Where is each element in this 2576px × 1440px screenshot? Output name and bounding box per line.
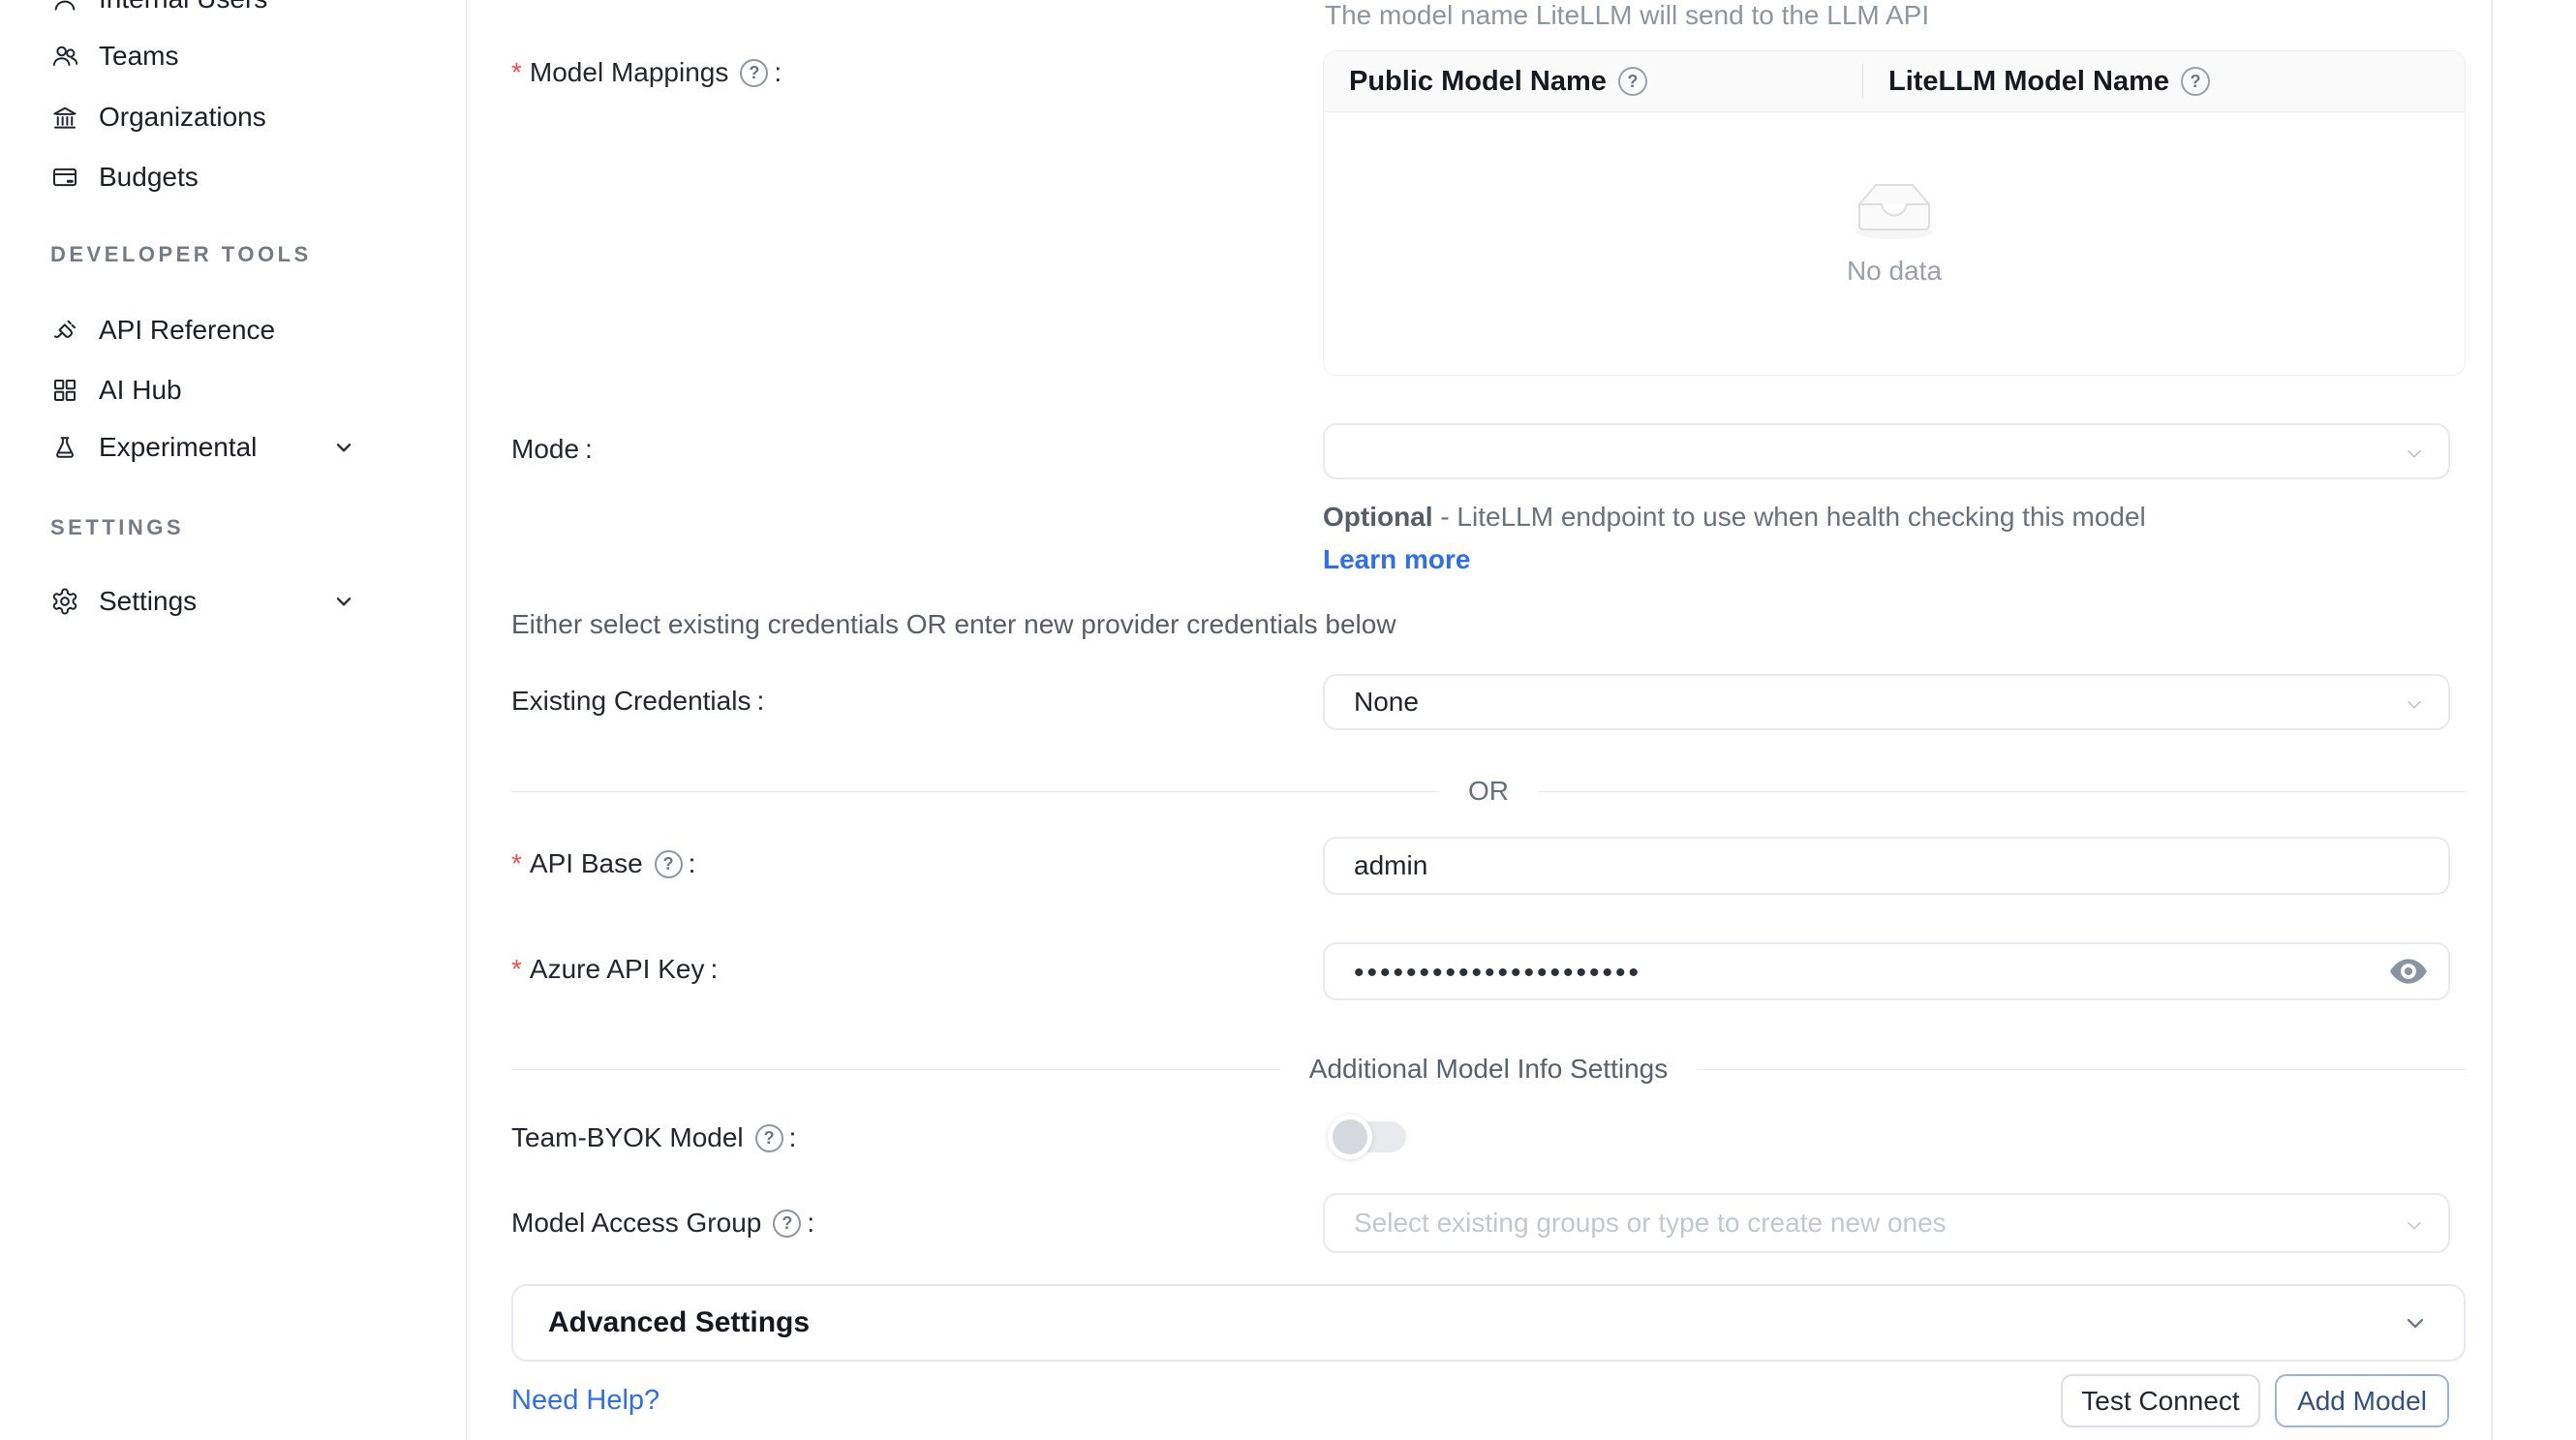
sidebar-section-settings: Settings	[50, 515, 184, 544]
add-model-page: Internal Users Teams Organizations Budge…	[0, 0, 2576, 1440]
sidebar-item-ai-hub[interactable]: AI Hub	[0, 360, 467, 420]
sidebar-item-label: Internal Users	[99, 0, 267, 15]
sidebar-item-experimental[interactable]: Experimental	[0, 417, 467, 477]
sidebar-item-label: Settings	[99, 586, 197, 617]
chevron-down-icon	[2404, 441, 2425, 462]
sidebar-item-budgets[interactable]: Budgets	[0, 147, 467, 207]
need-help-link[interactable]: Need Help?	[511, 1385, 659, 1417]
content-right-border	[2491, 0, 2493, 1440]
mode-select[interactable]	[1323, 423, 2450, 479]
sidebar-item-organizations[interactable]: Organizations	[0, 87, 467, 147]
chevron-down-icon	[331, 435, 356, 460]
bank-icon	[50, 103, 79, 132]
grid-icon	[50, 376, 79, 405]
help-circle-icon[interactable]: ?	[2181, 67, 2210, 96]
select-placeholder: Select existing groups or type to create…	[1354, 1208, 1947, 1239]
masked-password-value: ••••••••••••••••••••••	[1354, 957, 1641, 990]
toggle-knob	[1328, 1115, 1372, 1159]
users-icon	[50, 42, 79, 71]
required-asterisk: *	[511, 57, 522, 88]
team-byok-toggle[interactable]	[1334, 1121, 1406, 1152]
sidebar-item-label: Organizations	[99, 102, 266, 133]
help-circle-icon[interactable]: ?	[655, 850, 683, 878]
chevron-down-icon	[2404, 691, 2425, 713]
existing-credentials-select[interactable]: None	[1323, 674, 2450, 730]
mode-help-text: Optional - LiteLLM endpoint to use when …	[1323, 496, 2194, 581]
eye-icon[interactable]	[2390, 957, 2427, 986]
help-circle-icon[interactable]: ?	[773, 1210, 801, 1238]
additional-settings-divider: Additional Model Info Settings	[511, 1054, 2466, 1085]
required-asterisk: *	[511, 954, 522, 985]
test-connect-button[interactable]: Test Connect	[2061, 1374, 2260, 1427]
mode-label: Mode	[511, 434, 593, 465]
api-base-label: * API Base ?	[511, 848, 695, 879]
model-mappings-table: Public Model Name ? LiteLLM Model Name ?…	[1323, 50, 2466, 376]
sidebar-item-label: API Reference	[99, 315, 275, 346]
sidebar-section-developer-tools: Developer Tools	[50, 242, 312, 271]
chevron-down-icon	[331, 589, 356, 614]
sidebar-item-label: Teams	[99, 41, 178, 72]
team-byok-label: Team-BYOK Model ?	[511, 1122, 796, 1153]
model-name-hint: The model name LiteLLM will send to the …	[1325, 0, 1929, 31]
model-access-group-label: Model Access Group ?	[511, 1208, 814, 1239]
sidebar-item-label: Budgets	[99, 162, 199, 193]
credit-card-icon	[50, 163, 79, 192]
sidebar-item-label: AI Hub	[99, 375, 182, 406]
advanced-settings-panel[interactable]: Advanced Settings	[511, 1284, 2466, 1362]
chevron-down-icon	[2402, 1309, 2429, 1336]
help-circle-icon[interactable]: ?	[740, 59, 768, 87]
help-circle-icon[interactable]: ?	[755, 1124, 783, 1152]
api-base-input[interactable]: admin	[1323, 837, 2450, 895]
plug-icon	[50, 316, 79, 345]
credentials-note: Either select existing credentials OR en…	[511, 609, 1396, 640]
sidebar-item-label: Experimental	[99, 432, 257, 463]
add-model-button[interactable]: Add Model	[2275, 1374, 2449, 1427]
model-access-group-select[interactable]: Select existing groups or type to create…	[1323, 1193, 2450, 1253]
gear-icon	[50, 587, 79, 616]
column-header-litellm-model-name: LiteLLM Model Name ?	[1863, 66, 2465, 98]
flask-icon	[50, 433, 79, 462]
learn-more-link[interactable]: Learn more	[1323, 544, 1471, 574]
sidebar-item-internal-users[interactable]: Internal Users	[0, 0, 467, 29]
empty-inbox-icon	[1846, 176, 1943, 242]
user-icon	[50, 0, 79, 14]
existing-credentials-label: Existing Credentials	[511, 686, 764, 717]
sidebar-nav: Internal Users Teams Organizations Budge…	[0, 0, 467, 1440]
sidebar-item-settings[interactable]: Settings	[0, 571, 467, 631]
model-mappings-label: * Model Mappings ?	[511, 57, 782, 88]
azure-api-key-input[interactable]: ••••••••••••••••••••••	[1323, 942, 2450, 1000]
sidebar-item-api-reference[interactable]: API Reference	[0, 300, 467, 360]
help-circle-icon[interactable]: ?	[1618, 67, 1647, 96]
table-empty-state: No data	[1324, 112, 2465, 375]
or-divider: OR	[511, 776, 2466, 807]
column-header-public-model-name: Public Model Name ?	[1324, 66, 1862, 98]
advanced-settings-title: Advanced Settings	[548, 1306, 810, 1339]
empty-state-text: No data	[1847, 256, 1942, 287]
chevron-down-icon	[2404, 1212, 2425, 1234]
table-header-row: Public Model Name ? LiteLLM Model Name ?	[1324, 51, 2465, 112]
azure-api-key-label: * Azure API Key	[511, 954, 718, 985]
sidebar-item-teams[interactable]: Teams	[0, 26, 467, 86]
required-asterisk: *	[511, 848, 522, 879]
